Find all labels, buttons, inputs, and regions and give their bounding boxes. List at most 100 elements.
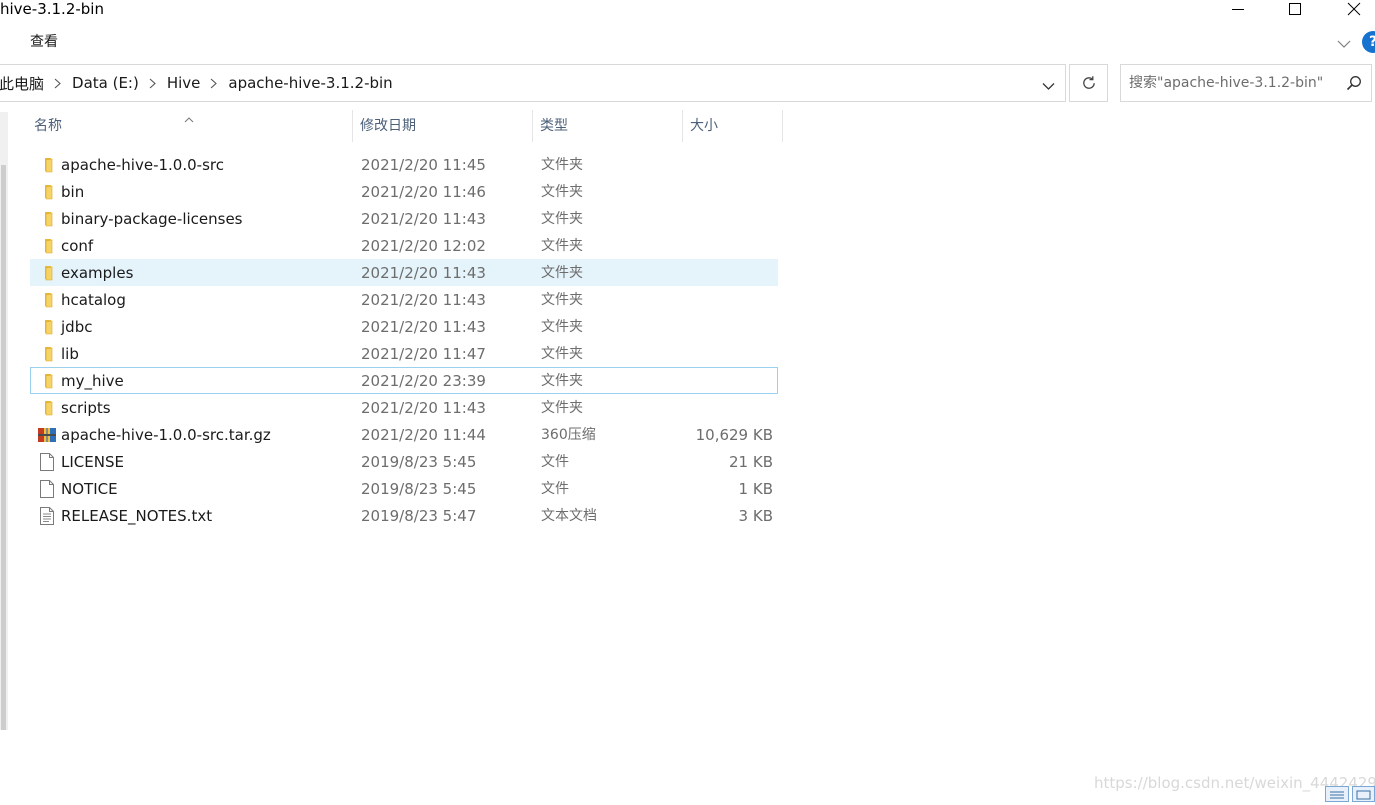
- search-box[interactable]: [1120, 64, 1372, 102]
- folder-icon: [37, 155, 57, 175]
- file-date: 2021/2/20 12:02: [361, 237, 486, 255]
- refresh-button[interactable]: [1069, 64, 1108, 102]
- file-size: 1 KB: [738, 480, 773, 498]
- file-type: 文件夹: [541, 319, 583, 335]
- file-date: 2021/2/20 11:43: [361, 264, 486, 282]
- file-name: examples: [61, 264, 134, 282]
- file-name: binary-package-licenses: [61, 210, 243, 228]
- window-title: hive-3.1.2-bin: [0, 0, 104, 18]
- file-type: 文件夹: [541, 265, 583, 281]
- folder-icon: [37, 317, 57, 337]
- file-row[interactable]: binary-package-licenses 2021/2/20 11:43 文件…: [30, 205, 778, 232]
- file-icon: [37, 452, 57, 472]
- file-name: jdbc: [61, 318, 93, 336]
- file-row[interactable]: examples 2021/2/20 11:43 文件夹: [30, 259, 778, 286]
- file-size: 10,629 KB: [695, 426, 773, 444]
- file-row[interactable]: LICENSE 2019/8/23 5:45 文件 21 KB: [30, 448, 778, 475]
- column-header-date[interactable]: 修改日期: [353, 108, 533, 142]
- breadcrumb-hive[interactable]: Hive: [167, 74, 201, 92]
- file-name: LICENSE: [61, 453, 124, 471]
- file-row[interactable]: apache-hive-1.0.0-src 2021/2/20 11:45 文件夹: [30, 151, 778, 178]
- maximize-button[interactable]: [1275, 0, 1315, 18]
- chevron-right-icon[interactable]: [54, 78, 61, 89]
- chevron-right-icon[interactable]: [210, 78, 218, 89]
- file-name: bin: [61, 183, 85, 201]
- file-type: 文本文档: [541, 508, 597, 524]
- folder-icon: [37, 398, 57, 418]
- sort-ascending-icon: [184, 109, 194, 127]
- column-divider[interactable]: [782, 110, 783, 142]
- minimize-button[interactable]: [1218, 0, 1258, 18]
- file-type: 文件夹: [541, 400, 583, 416]
- folder-icon: [37, 371, 57, 391]
- file-date: 2021/2/20 11:46: [361, 183, 486, 201]
- file-row[interactable]: conf 2021/2/20 12:02 文件夹: [30, 232, 778, 259]
- file-type: 文件夹: [541, 292, 583, 308]
- folder-icon: [37, 236, 57, 256]
- file-name: my_hive: [61, 372, 124, 390]
- archive-icon: [37, 425, 57, 445]
- file-date: 2019/8/23 5:45: [361, 453, 477, 471]
- file-size: 3 KB: [738, 507, 773, 525]
- large-icons-view-button[interactable]: [1352, 786, 1375, 802]
- file-size: 21 KB: [729, 453, 773, 471]
- file-row[interactable]: lib 2021/2/20 11:47 文件夹: [30, 340, 778, 367]
- ribbon-expand-button[interactable]: [1337, 35, 1351, 53]
- address-bar[interactable]: 此电脑 Data (E:) Hive apache-hive-3.1.2-bin: [0, 64, 1066, 102]
- file-type: 文件夹: [541, 238, 583, 254]
- file-name: conf: [61, 237, 94, 255]
- refresh-icon: [1082, 76, 1095, 89]
- folder-icon: [37, 182, 57, 202]
- breadcrumb-current-folder[interactable]: apache-hive-3.1.2-bin: [228, 74, 392, 92]
- file-name: RELEASE_NOTES.txt: [61, 507, 213, 525]
- file-row[interactable]: my_hive 2021/2/20 23:39 文件夹: [30, 367, 778, 394]
- folder-icon: [37, 344, 57, 364]
- file-name: apache-hive-1.0.0-src: [61, 156, 224, 174]
- file-type: 360压缩: [541, 427, 596, 443]
- column-header-type[interactable]: 类型: [533, 108, 683, 142]
- file-date: 2021/2/20 11:43: [361, 399, 486, 417]
- file-date: 2021/2/20 11:47: [361, 345, 486, 363]
- breadcrumb-this-pc[interactable]: 此电脑: [0, 73, 44, 94]
- search-input[interactable]: [1129, 73, 1334, 93]
- file-name: hcatalog: [61, 291, 126, 309]
- file-type: 文件夹: [541, 157, 583, 173]
- file-date: 2021/2/20 11:45: [361, 156, 486, 174]
- file-row[interactable]: jdbc 2021/2/20 11:43 文件夹: [30, 313, 778, 340]
- file-type: 文件夹: [541, 373, 583, 389]
- file-name: scripts: [61, 399, 111, 417]
- chevron-down-icon: [1337, 40, 1351, 48]
- file-row[interactable]: RELEASE_NOTES.txt 2019/8/23 5:47 文本文档 3 KB: [30, 502, 778, 529]
- scrollbar-thumb[interactable]: [1, 165, 6, 730]
- column-header-size[interactable]: 大小: [683, 108, 783, 142]
- address-history-button[interactable]: [1042, 77, 1055, 95]
- file-date: 2019/8/23 5:45: [361, 480, 477, 498]
- file-row[interactable]: scripts 2021/2/20 11:43 文件夹: [30, 394, 778, 421]
- file-date: 2019/8/23 5:47: [361, 507, 477, 525]
- search-icon[interactable]: [1346, 75, 1362, 95]
- file-type: 文件: [541, 481, 569, 497]
- chevron-right-icon[interactable]: [149, 78, 156, 89]
- maximize-icon: [1289, 3, 1301, 15]
- details-view-button[interactable]: [1325, 786, 1349, 802]
- close-icon: [1347, 2, 1361, 16]
- file-type: 文件: [541, 454, 569, 470]
- file-row[interactable]: hcatalog 2021/2/20 11:43 文件夹: [30, 286, 778, 313]
- file-row[interactable]: apache-hive-1.0.0-src.tar.gz 2021/2/20 11…: [30, 421, 778, 448]
- close-button[interactable]: [1334, 0, 1374, 18]
- details-view-icon: [1330, 791, 1344, 799]
- folder-icon: [37, 290, 57, 310]
- large-icons-view-icon: [1356, 790, 1371, 800]
- file-date: 2021/2/20 11:43: [361, 210, 486, 228]
- ribbon-tab-view[interactable]: 查看: [30, 33, 58, 51]
- help-button[interactable]: ?: [1362, 31, 1375, 53]
- folder-icon: [37, 263, 57, 283]
- file-type: 文件夹: [541, 184, 583, 200]
- text-file-icon: [37, 506, 57, 526]
- file-row[interactable]: NOTICE 2019/8/23 5:45 文件 1 KB: [30, 475, 778, 502]
- file-row[interactable]: bin 2021/2/20 11:46 文件夹: [30, 178, 778, 205]
- file-name: lib: [61, 345, 79, 363]
- breadcrumb-drive[interactable]: Data (E:): [72, 74, 139, 92]
- file-date: 2021/2/20 11:44: [361, 426, 486, 444]
- file-type: 文件夹: [541, 211, 583, 227]
